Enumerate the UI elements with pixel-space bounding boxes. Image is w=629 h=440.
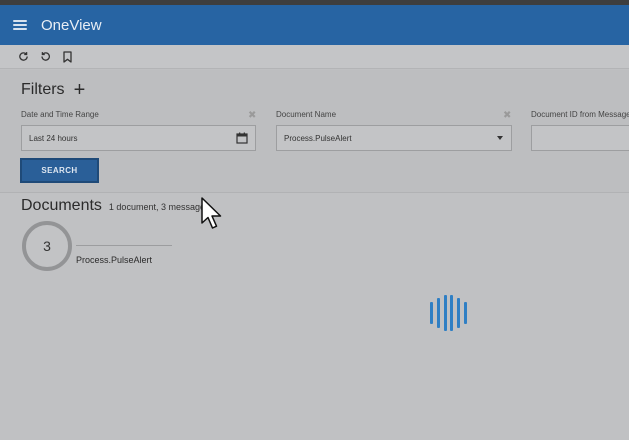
bookmark-icon[interactable] (56, 47, 78, 67)
documents-title: Documents (21, 197, 102, 214)
message-count-badge: 3 (22, 221, 72, 271)
filters-heading: Filters + (21, 80, 86, 100)
document-item[interactable]: 3 Process.PulseAlert (22, 221, 182, 271)
menu-icon[interactable] (13, 20, 27, 30)
search-button[interactable]: SEARCH (20, 158, 99, 183)
documents-panel: Documents 1 document, 3 messages 3 Proce… (0, 193, 629, 440)
documents-header: Documents 1 document, 3 messages (21, 197, 209, 215)
refresh-icon[interactable] (12, 47, 34, 67)
date-range-label: Date and Time Range (21, 110, 99, 119)
app-title: OneView (41, 16, 102, 34)
document-item-name: Process.PulseAlert (76, 255, 153, 265)
filters-panel: Filters + Date and Time Range ✖ Last 24 … (0, 70, 629, 192)
clear-date-range-icon[interactable]: ✖ (248, 111, 256, 121)
document-name-value: Process.PulseAlert (284, 133, 352, 143)
app-bar: OneView (0, 5, 629, 45)
document-id-input[interactable] (531, 125, 629, 151)
date-range-field[interactable]: Last 24 hours (21, 125, 256, 151)
document-name-select[interactable]: Process.PulseAlert (276, 125, 512, 151)
toolbar (0, 45, 629, 69)
add-filter-icon[interactable]: + (74, 80, 86, 100)
calendar-icon[interactable] (236, 132, 248, 144)
document-name-label: Document Name (276, 110, 337, 119)
filters-title: Filters (21, 81, 65, 98)
documents-summary: 1 document, 3 messages (108, 202, 210, 212)
mouse-pointer-icon (201, 197, 222, 229)
document-progress-line (76, 245, 172, 246)
date-range-value: Last 24 hours (29, 133, 78, 143)
document-id-label: Document ID from Message (531, 110, 629, 119)
loading-spinner-icon (430, 295, 467, 331)
chevron-down-icon (497, 136, 503, 140)
clear-document-name-icon[interactable]: ✖ (503, 111, 511, 121)
undo-icon[interactable] (34, 47, 56, 67)
